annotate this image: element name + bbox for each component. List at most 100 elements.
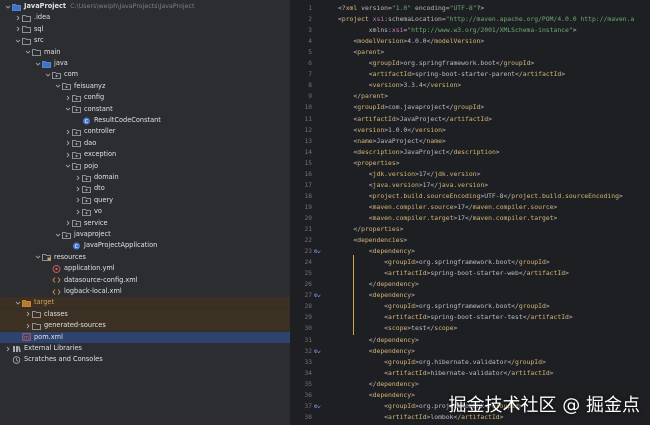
code-line[interactable]: </dependency>	[338, 379, 419, 390]
chevron-right-icon[interactable]	[64, 92, 72, 103]
code-line[interactable]: <groupId>org.springframework.boot</group…	[338, 58, 535, 69]
tree-item-service[interactable]: service	[0, 218, 290, 229]
chevron-right-icon[interactable]	[64, 138, 72, 149]
code-line[interactable]: <parent>	[338, 47, 384, 58]
tree-item-scratches-and-consoles[interactable]: Scratches and Consoles	[0, 354, 290, 365]
chevron-down-icon[interactable]	[34, 58, 42, 69]
code-line[interactable]: <version>3.3.4</version>	[338, 80, 461, 91]
code-line[interactable]: <maven.compiler.target>17</maven.compile…	[338, 213, 558, 224]
code-line[interactable]: <version>1.0.0</version>	[338, 125, 445, 136]
tree-item-application-yml[interactable]: application.yml	[0, 263, 290, 274]
chevron-right-icon[interactable]	[64, 126, 72, 137]
code-line[interactable]: <dependency>	[338, 290, 415, 301]
chevron-down-icon[interactable]	[4, 1, 12, 12]
gutter-dependency-icon[interactable]: ⚙↙	[314, 290, 321, 301]
tree-item-dao[interactable]: dao	[0, 138, 290, 149]
chevron-right-icon[interactable]	[74, 172, 82, 183]
gutter-dependency-icon[interactable]: ⚙↙	[314, 246, 321, 257]
tree-item-vo[interactable]: vo	[0, 206, 290, 217]
code-line[interactable]: <?xml version="1.0" encoding="UTF-8"?>	[338, 3, 484, 14]
gutter-dependency-icon[interactable]: ⚙↙	[314, 346, 321, 357]
tree-item-exception[interactable]: exception	[0, 149, 290, 160]
code-line[interactable]: <modelVersion>4.0.0</modelVersion>	[338, 36, 484, 47]
tree-item-feisuanyz[interactable]: feisuanyz	[0, 81, 290, 92]
tree-item-src[interactable]: src	[0, 35, 290, 46]
chevron-down-icon[interactable]	[34, 252, 42, 263]
tree-item-pojo[interactable]: pojo	[0, 161, 290, 172]
code-line[interactable]: </dependency>	[338, 279, 419, 290]
chevron-right-icon[interactable]	[4, 343, 12, 354]
tree-item-sql[interactable]: sql	[0, 24, 290, 35]
tree-item-constant[interactable]: constant	[0, 104, 290, 115]
tree-item-config[interactable]: config	[0, 92, 290, 103]
tree-item-resources[interactable]: resources	[0, 252, 290, 263]
tree-item-main[interactable]: main	[0, 47, 290, 58]
chevron-down-icon[interactable]	[54, 81, 62, 92]
chevron-down-icon[interactable]	[64, 161, 72, 172]
chevron-right-icon[interactable]	[64, 149, 72, 160]
chevron-down-icon[interactable]	[44, 69, 52, 80]
tree-item-classes[interactable]: classes	[0, 308, 290, 320]
tree-item-java[interactable]: java	[0, 58, 290, 69]
code-token: dependency	[372, 390, 412, 399]
code-line[interactable]: <artifactId>spring-boot-starter-parent</…	[338, 69, 565, 80]
tree-item-com[interactable]: com	[0, 69, 290, 80]
tree-item-target[interactable]: target	[0, 297, 290, 309]
code-line[interactable]: <dependency>	[338, 346, 415, 357]
tree-item-javaproject[interactable]: JavaProject C:\Users\weiph\JavaProjects\J…	[0, 1, 290, 12]
tree-item-query[interactable]: query	[0, 195, 290, 206]
chevron-down-icon[interactable]	[64, 104, 72, 115]
tree-item-external-libraries[interactable]: External Libraries	[0, 343, 290, 354]
chevron-right-icon[interactable]	[74, 206, 82, 217]
code-line[interactable]: <dependency>	[338, 390, 415, 401]
tree-item-idea[interactable]: .idea	[0, 12, 290, 23]
gutter-dependency-icon[interactable]: ⚙↙	[314, 401, 321, 412]
code-line[interactable]: </parent>	[338, 91, 388, 102]
tree-item-resultcodeconstant[interactable]: C ResultCodeConstant	[0, 115, 290, 126]
tree-item-generated-sources[interactable]: generated-sources	[0, 320, 290, 332]
code-line[interactable]: <artifactId>spring-boot-starter-test</ar…	[338, 312, 573, 323]
code-line[interactable]: <dependencies>	[338, 235, 407, 246]
chevron-right-icon[interactable]	[64, 218, 72, 229]
tree-item-javaprojectapplication[interactable]: C JavaProjectApplication	[0, 240, 290, 251]
code-line[interactable]: </properties>	[338, 224, 403, 235]
code-line[interactable]: <groupId>org.springframework.boot</group…	[338, 301, 550, 312]
code-editor[interactable]: <?xml version="1.0" encoding="UTF-8"?> <p…	[334, 0, 650, 425]
code-line[interactable]: <project xsi:schemaLocation="http://mave…	[338, 14, 634, 25]
chevron-right-icon[interactable]	[74, 195, 82, 206]
tree-item-label: logback-local.xml	[64, 287, 122, 295]
chevron-down-icon[interactable]	[24, 47, 32, 58]
code-line[interactable]: <java.version>17</java.version>	[338, 180, 488, 191]
code-line[interactable]: <artifactId>hibernate-validator</artifac…	[338, 368, 553, 379]
code-line[interactable]: <maven.compiler.source>17</maven.compile…	[338, 202, 558, 213]
tree-item-pom-xml[interactable]: m pom.xml	[0, 331, 290, 343]
code-line[interactable]: <artifactId>spring-boot-starter-web</art…	[338, 268, 569, 279]
tree-item-datasource-config-xml[interactable]: datasource-config.xml	[0, 275, 290, 286]
code-line[interactable]: <dependency>	[338, 246, 415, 257]
code-line[interactable]: </dependency>	[338, 335, 419, 346]
tree-item-domain[interactable]: domain	[0, 172, 290, 183]
chevron-right-icon[interactable]	[24, 309, 32, 320]
code-line[interactable]: <properties>	[338, 158, 399, 169]
tree-item-logback-local-xml[interactable]: logback-local.xml	[0, 286, 290, 297]
code-line[interactable]: <name>JavaProject</name>	[338, 136, 445, 147]
chevron-down-icon[interactable]	[54, 229, 62, 240]
chevron-down-icon[interactable]	[14, 297, 22, 308]
chevron-down-icon[interactable]	[14, 35, 22, 46]
chevron-right-icon[interactable]	[24, 320, 32, 331]
code-line[interactable]: <groupId>com.javaproject</groupId>	[338, 102, 484, 113]
code-line[interactable]: <description>JavaProject</description>	[338, 147, 499, 158]
code-line[interactable]: <groupId>org.springframework.boot</group…	[338, 257, 550, 268]
code-line[interactable]: <scope>test</scope>	[338, 323, 457, 334]
code-line[interactable]: xmlns:xsi="http://www.w3.org/2001/XMLSch…	[338, 25, 577, 36]
chevron-right-icon[interactable]	[14, 12, 22, 23]
code-line[interactable]: <groupId>org.hibernate.validator</groupI…	[338, 357, 546, 368]
code-line[interactable]: <artifactId>JavaProject</artifactId>	[338, 114, 492, 125]
code-line[interactable]: <jdk.version>17</jdk.version>	[338, 169, 481, 180]
chevron-right-icon[interactable]	[14, 24, 22, 35]
tree-item-controller[interactable]: controller	[0, 126, 290, 137]
chevron-right-icon[interactable]	[74, 183, 82, 194]
code-line[interactable]: <project.build.sourceEncoding>UTF-8</pro…	[338, 191, 623, 202]
tree-item-dto[interactable]: dto	[0, 183, 290, 194]
tree-item-javaproject[interactable]: javaproject	[0, 229, 290, 240]
